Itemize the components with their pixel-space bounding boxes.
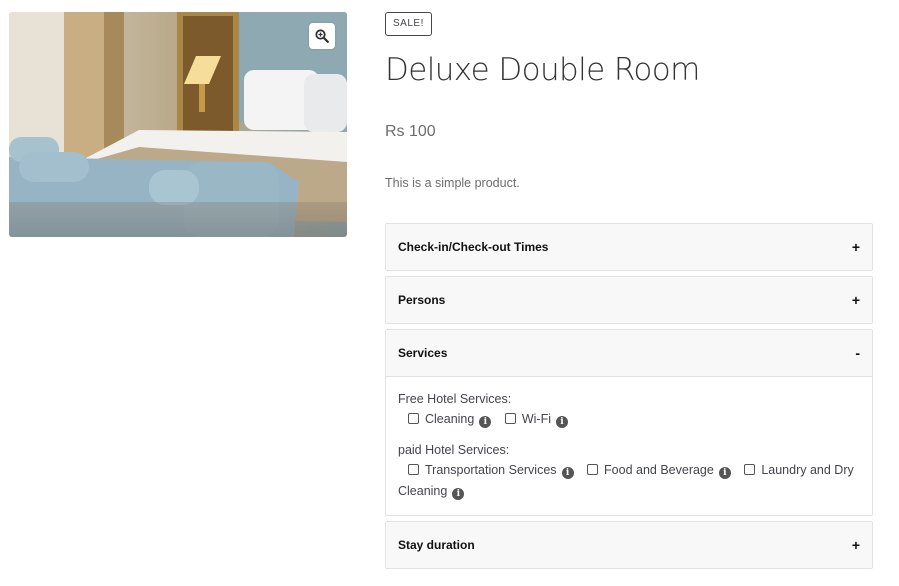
product-summary: SALE! Deluxe Double Room Rs 100 This is … bbox=[385, 12, 873, 190]
zoom-button[interactable] bbox=[309, 23, 335, 49]
product-title: Deluxe Double Room bbox=[385, 52, 700, 88]
accordion-item-stay-duration: Stay duration + bbox=[385, 521, 873, 569]
service-option-food-beverage[interactable]: Food and Beverage i bbox=[587, 463, 741, 479]
expand-icon[interactable]: + bbox=[852, 292, 860, 308]
collapse-icon[interactable]: - bbox=[855, 345, 860, 361]
service-option-label: Transportation Services bbox=[425, 463, 557, 477]
paid-services-title: paid Hotel Services: bbox=[398, 443, 510, 457]
free-services-options: Cleaning i Wi-Fi i bbox=[398, 409, 860, 430]
accordion-item-services: Services - Free Hotel Services: Cleaning… bbox=[385, 329, 873, 516]
product-price: Rs 100 bbox=[385, 123, 436, 140]
info-icon[interactable]: i bbox=[561, 467, 574, 479]
accordion-label: Services bbox=[398, 346, 448, 360]
info-icon[interactable]: i bbox=[718, 467, 731, 479]
accordion-header-stay-duration[interactable]: Stay duration + bbox=[386, 522, 872, 568]
free-services-group: Free Hotel Services: Cleaning i Wi-Fi i bbox=[398, 391, 860, 430]
checkbox[interactable] bbox=[504, 413, 516, 424]
free-services-title: Free Hotel Services: bbox=[398, 392, 512, 406]
accordion-item-persons: Persons + bbox=[385, 276, 873, 324]
accordion-label: Stay duration bbox=[398, 538, 475, 552]
product-short-description: This is a simple product. bbox=[385, 176, 520, 190]
accordion-header-checkin[interactable]: Check-in/Check-out Times + bbox=[386, 224, 872, 270]
service-option-label: Food and Beverage bbox=[604, 463, 714, 477]
service-option-label: Cleaning bbox=[425, 412, 475, 426]
booking-options-accordion: Check-in/Check-out Times + Persons + Ser… bbox=[385, 223, 873, 574]
accordion-label: Check-in/Check-out Times bbox=[398, 240, 549, 254]
checkbox[interactable] bbox=[744, 464, 756, 475]
checkbox[interactable] bbox=[587, 464, 599, 475]
service-option-wifi[interactable]: Wi-Fi i bbox=[504, 412, 578, 428]
sale-badge: SALE! bbox=[385, 12, 432, 36]
zoom-in-icon bbox=[315, 29, 329, 43]
paid-services-group: paid Hotel Services: Transportation Serv… bbox=[398, 442, 860, 502]
accordion-label: Persons bbox=[398, 293, 446, 307]
info-icon[interactable]: i bbox=[479, 416, 492, 428]
accordion-header-persons[interactable]: Persons + bbox=[386, 277, 872, 323]
checkbox[interactable] bbox=[408, 464, 419, 475]
service-option-cleaning[interactable]: Cleaning i bbox=[408, 412, 501, 428]
service-option-transportation[interactable]: Transportation Services i bbox=[408, 463, 584, 479]
paid-services-options: Transportation Services i Food and Bevera… bbox=[398, 460, 860, 502]
product-image[interactable] bbox=[9, 12, 347, 237]
service-option-label: Wi-Fi bbox=[521, 412, 551, 426]
expand-icon[interactable]: + bbox=[852, 239, 860, 255]
checkbox[interactable] bbox=[408, 413, 419, 424]
info-icon[interactable]: i bbox=[452, 488, 465, 500]
services-panel: Free Hotel Services: Cleaning i Wi-Fi i pa… bbox=[386, 377, 872, 515]
info-icon[interactable]: i bbox=[555, 416, 568, 428]
accordion-header-services[interactable]: Services - bbox=[386, 330, 872, 377]
hotel-room-photo bbox=[9, 12, 347, 237]
accordion-item-checkin: Check-in/Check-out Times + bbox=[385, 223, 873, 271]
expand-icon[interactable]: + bbox=[852, 537, 860, 553]
